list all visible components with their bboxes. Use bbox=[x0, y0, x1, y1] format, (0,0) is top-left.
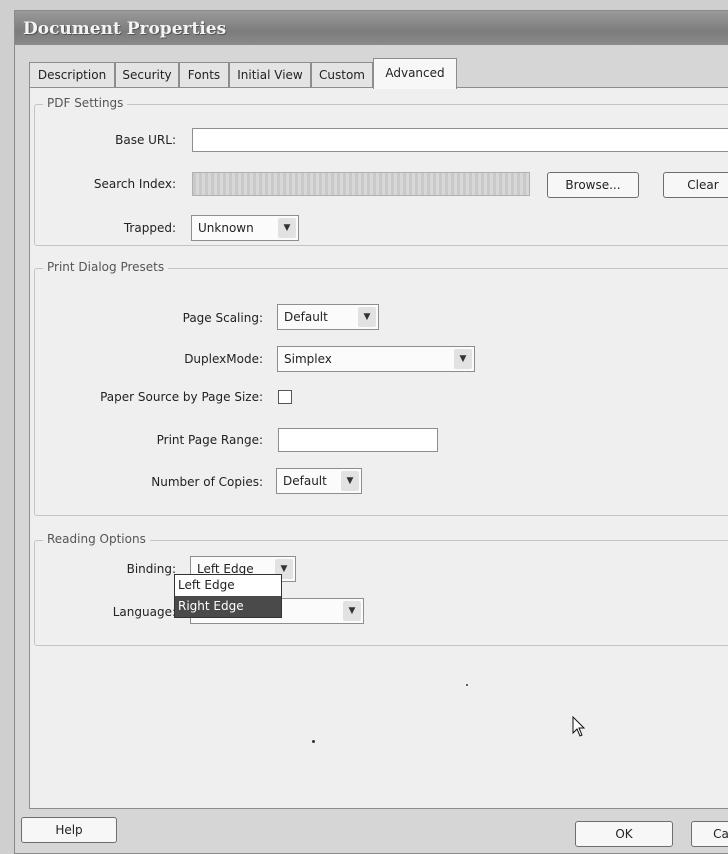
print-page-range-input[interactable] bbox=[278, 428, 438, 452]
document-properties-dialog: Document Properties Description Security… bbox=[14, 10, 728, 854]
page-scaling-value: Default bbox=[284, 310, 328, 324]
cancel-button[interactable]: Ca bbox=[691, 821, 728, 847]
dialog-title: Document Properties bbox=[23, 19, 227, 39]
clear-button[interactable]: Clear bbox=[663, 172, 728, 198]
print-page-range-label: Print Page Range: bbox=[156, 433, 263, 447]
ok-button[interactable]: OK bbox=[575, 821, 673, 847]
search-index-field bbox=[192, 172, 530, 196]
tab-advanced[interactable]: Advanced bbox=[373, 58, 457, 89]
speck bbox=[466, 684, 468, 686]
number-of-copies-value: Default bbox=[283, 474, 327, 488]
trapped-select[interactable]: Unknown ▼ bbox=[191, 215, 299, 241]
pdf-settings-legend: PDF Settings bbox=[43, 96, 128, 110]
mouse-pointer-icon bbox=[572, 716, 586, 737]
page-scaling-select[interactable]: Default ▼ bbox=[277, 304, 379, 330]
trapped-value: Unknown bbox=[198, 221, 254, 235]
tab-description[interactable]: Description bbox=[29, 62, 115, 87]
chevron-down-icon: ▼ bbox=[341, 471, 359, 491]
chevron-down-icon: ▼ bbox=[358, 307, 376, 327]
help-button[interactable]: Help bbox=[21, 817, 117, 843]
binding-dropdown-list: Left Edge Right Edge bbox=[174, 574, 282, 618]
title-bar: Document Properties bbox=[15, 11, 728, 45]
duplex-mode-label: DuplexMode: bbox=[184, 352, 263, 366]
reading-options-group: Reading Options bbox=[34, 532, 728, 646]
language-label: Language: bbox=[112, 605, 176, 619]
duplex-mode-select[interactable]: Simplex ▼ bbox=[277, 346, 475, 372]
base-url-input[interactable] bbox=[192, 128, 728, 152]
tab-custom[interactable]: Custom bbox=[311, 62, 373, 87]
tab-initial-view[interactable]: Initial View bbox=[229, 62, 311, 87]
tab-fonts[interactable]: Fonts bbox=[179, 62, 229, 87]
print-presets-legend: Print Dialog Presets bbox=[43, 260, 169, 274]
base-url-label: Base URL: bbox=[115, 133, 176, 147]
paper-source-label: Paper Source by Page Size: bbox=[100, 390, 263, 404]
reading-options-legend: Reading Options bbox=[43, 532, 150, 546]
search-index-label: Search Index: bbox=[93, 177, 176, 191]
duplex-mode-value: Simplex bbox=[284, 352, 332, 366]
advanced-tab-panel: PDF Settings Base URL: Search Index: Bro… bbox=[29, 87, 728, 809]
tab-security[interactable]: Security bbox=[115, 62, 179, 87]
chevron-down-icon: ▼ bbox=[278, 218, 296, 238]
binding-option-right-edge[interactable]: Right Edge bbox=[175, 596, 281, 617]
speck bbox=[312, 740, 315, 743]
chevron-down-icon: ▼ bbox=[454, 349, 472, 369]
binding-option-left-edge[interactable]: Left Edge bbox=[175, 575, 281, 596]
chevron-down-icon: ▼ bbox=[343, 601, 361, 621]
binding-label: Binding: bbox=[126, 562, 176, 576]
number-of-copies-select[interactable]: Default ▼ bbox=[276, 468, 362, 494]
trapped-label: Trapped: bbox=[123, 221, 176, 235]
number-of-copies-label: Number of Copies: bbox=[151, 475, 263, 489]
page-scaling-label: Page Scaling: bbox=[182, 311, 263, 325]
browse-button[interactable]: Browse... bbox=[547, 172, 639, 198]
paper-source-checkbox[interactable] bbox=[278, 390, 292, 404]
